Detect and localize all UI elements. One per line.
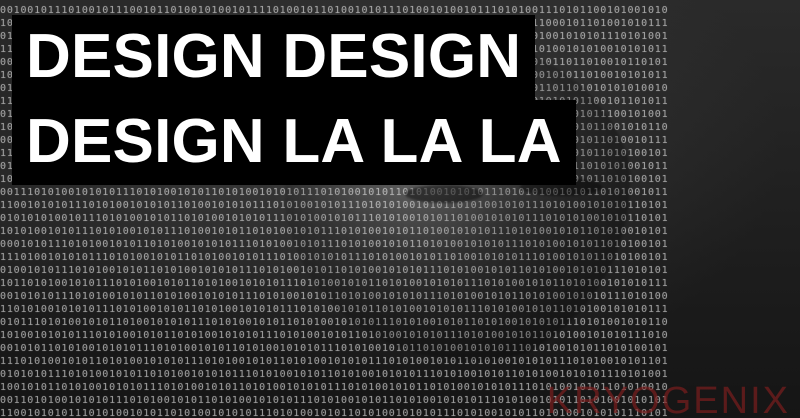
headline: DESIGN DESIGN DESIGN LA LA LA: [12, 15, 576, 185]
hero-banner: 0010010111010010111001011010010100101111…: [0, 0, 800, 418]
kryogenix-watermark: KRYOGENIX: [546, 380, 790, 418]
headline-line-1: DESIGN DESIGN: [12, 15, 536, 100]
headline-line-2: DESIGN LA LA LA: [12, 100, 576, 185]
binary-code-row: 1110101001010110101001010101110101001010…: [0, 356, 669, 367]
left-eye-shadow: [405, 185, 483, 203]
